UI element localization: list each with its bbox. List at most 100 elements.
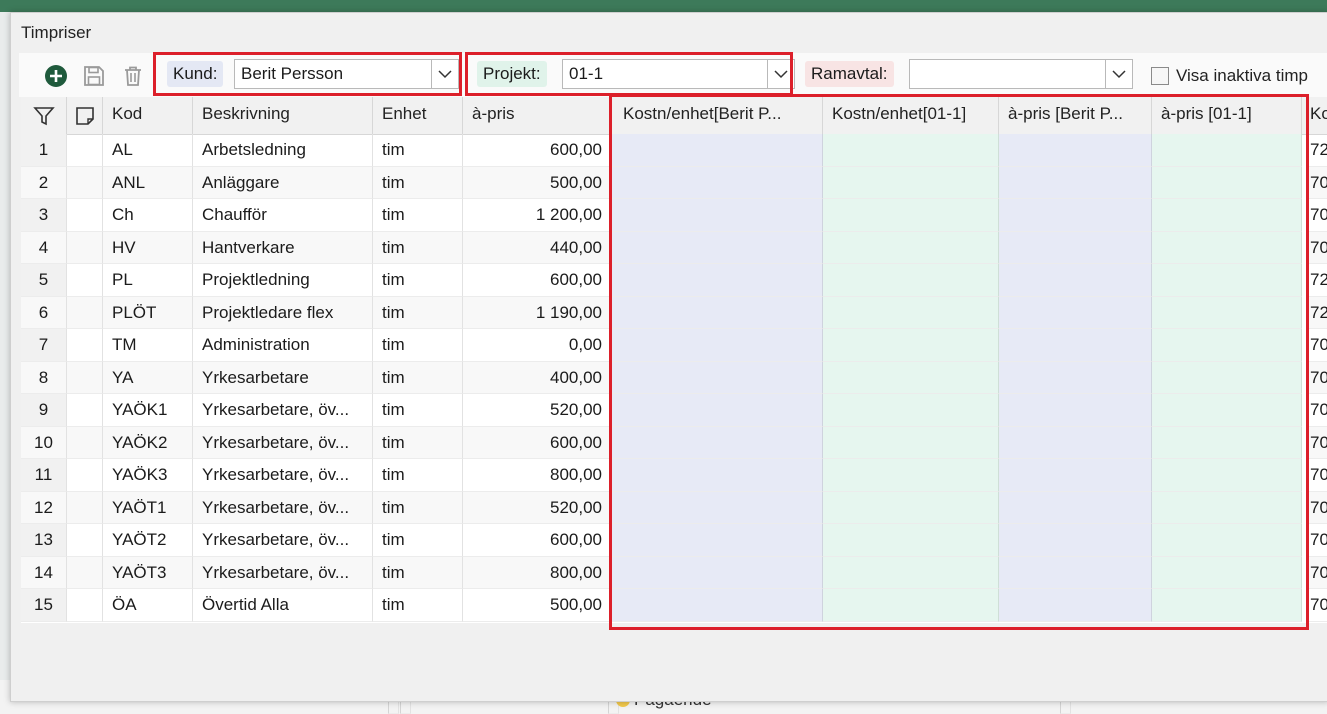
kostn-extra-cell[interactable]: 72 xyxy=(1306,264,1327,297)
kostn-projekt-cell[interactable] xyxy=(823,491,999,524)
column-header-a-pris[interactable]: à-pris xyxy=(463,97,611,134)
table-row[interactable]: 10 YAÖK2Yrkesarbetare, öv...tim600,00 70 xyxy=(21,426,1327,459)
apris-kund-cell[interactable] xyxy=(999,296,1152,329)
enhet-cell[interactable]: tim xyxy=(373,394,463,427)
note-cell[interactable] xyxy=(67,231,103,264)
kostn-extra-cell[interactable]: 70 xyxy=(1306,491,1327,524)
kod-cell[interactable]: YAÖT1 xyxy=(103,491,193,524)
a-pris-cell[interactable]: 0,00 xyxy=(463,329,611,362)
beskrivning-cell[interactable]: Administration xyxy=(193,329,373,362)
kod-cell[interactable]: YA xyxy=(103,361,193,394)
note-cell[interactable] xyxy=(67,459,103,492)
column-header-apris-projekt[interactable]: à-pris [01-1] xyxy=(1152,97,1302,134)
visa-inaktiva-checkbox[interactable] xyxy=(1151,67,1169,85)
row-number-cell[interactable]: 13 xyxy=(21,524,67,557)
kostn-projekt-cell[interactable] xyxy=(823,394,999,427)
kostn-kund-cell[interactable] xyxy=(611,199,823,232)
kostn-kund-cell[interactable] xyxy=(611,459,823,492)
note-cell[interactable] xyxy=(67,491,103,524)
kostn-kund-cell[interactable] xyxy=(611,296,823,329)
filter-button[interactable] xyxy=(21,97,67,134)
kod-cell[interactable]: YAÖT2 xyxy=(103,524,193,557)
a-pris-cell[interactable]: 440,00 xyxy=(463,231,611,264)
add-button[interactable] xyxy=(43,63,69,89)
table-row[interactable]: 14 YAÖT3Yrkesarbetare, öv...tim800,00 70 xyxy=(21,556,1327,589)
a-pris-cell[interactable]: 600,00 xyxy=(463,524,611,557)
kostn-extra-cell[interactable]: 70 xyxy=(1306,361,1327,394)
kostn-kund-cell[interactable] xyxy=(611,264,823,297)
kostn-extra-cell[interactable]: 70 xyxy=(1306,589,1327,622)
table-row[interactable]: 12 YAÖT1Yrkesarbetare, öv...tim520,00 70 xyxy=(21,491,1327,524)
apris-projekt-cell[interactable] xyxy=(1152,394,1302,427)
apris-kund-cell[interactable] xyxy=(999,589,1152,622)
note-cell[interactable] xyxy=(67,426,103,459)
enhet-cell[interactable]: tim xyxy=(373,134,463,167)
table-row[interactable]: 11 YAÖK3Yrkesarbetare, öv...tim800,00 70 xyxy=(21,459,1327,492)
apris-projekt-cell[interactable] xyxy=(1152,459,1302,492)
kostn-extra-cell[interactable]: 70 xyxy=(1306,556,1327,589)
a-pris-cell[interactable]: 600,00 xyxy=(463,134,611,167)
a-pris-cell[interactable]: 400,00 xyxy=(463,361,611,394)
a-pris-cell[interactable]: 520,00 xyxy=(463,491,611,524)
apris-projekt-cell[interactable] xyxy=(1152,524,1302,557)
row-number-cell[interactable]: 12 xyxy=(21,491,67,524)
table-row[interactable]: 4 HVHantverkaretim440,00 70 xyxy=(21,231,1327,264)
kostn-kund-cell[interactable] xyxy=(611,166,823,199)
ramavtal-combobox[interactable] xyxy=(909,59,1133,89)
note-column-header[interactable] xyxy=(67,97,103,134)
a-pris-cell[interactable]: 500,00 xyxy=(463,589,611,622)
apris-kund-cell[interactable] xyxy=(999,199,1152,232)
enhet-cell[interactable]: tim xyxy=(373,199,463,232)
a-pris-cell[interactable]: 500,00 xyxy=(463,166,611,199)
kod-cell[interactable]: Ch xyxy=(103,199,193,232)
row-number-cell[interactable]: 9 xyxy=(21,394,67,427)
beskrivning-cell[interactable]: Projektledare flex xyxy=(193,296,373,329)
a-pris-cell[interactable]: 520,00 xyxy=(463,394,611,427)
kund-combobox[interactable]: Berit Persson xyxy=(234,59,459,89)
enhet-cell[interactable]: tim xyxy=(373,556,463,589)
a-pris-cell[interactable]: 600,00 xyxy=(463,426,611,459)
delete-button[interactable] xyxy=(120,63,146,89)
kostn-extra-cell[interactable]: 70 xyxy=(1306,524,1327,557)
kostn-extra-cell[interactable]: 70 xyxy=(1306,231,1327,264)
apris-kund-cell[interactable] xyxy=(999,166,1152,199)
note-cell[interactable] xyxy=(67,394,103,427)
note-cell[interactable] xyxy=(67,166,103,199)
column-header-beskrivning[interactable]: Beskrivning xyxy=(193,97,373,134)
enhet-cell[interactable]: tim xyxy=(373,589,463,622)
apris-projekt-cell[interactable] xyxy=(1152,264,1302,297)
beskrivning-cell[interactable]: Projektledning xyxy=(193,264,373,297)
kostn-kund-cell[interactable] xyxy=(611,134,823,167)
enhet-cell[interactable]: tim xyxy=(373,361,463,394)
kod-cell[interactable]: TM xyxy=(103,329,193,362)
apris-kund-cell[interactable] xyxy=(999,231,1152,264)
enhet-cell[interactable]: tim xyxy=(373,459,463,492)
table-row[interactable]: 13 YAÖT2Yrkesarbetare, öv...tim600,00 70 xyxy=(21,524,1327,557)
note-cell[interactable] xyxy=(67,134,103,167)
note-cell[interactable] xyxy=(67,264,103,297)
kod-cell[interactable]: ÖA xyxy=(103,589,193,622)
row-number-cell[interactable]: 15 xyxy=(21,589,67,622)
beskrivning-cell[interactable]: Yrkesarbetare, öv... xyxy=(193,491,373,524)
apris-projekt-cell[interactable] xyxy=(1152,199,1302,232)
chevron-down-icon[interactable] xyxy=(1105,60,1132,88)
column-header-kostn-extra[interactable]: Ko xyxy=(1306,97,1327,134)
visa-inaktiva-option[interactable]: Visa inaktiva timp xyxy=(1151,65,1308,87)
apris-kund-cell[interactable] xyxy=(999,264,1152,297)
kostn-extra-cell[interactable]: 70 xyxy=(1306,426,1327,459)
table-row[interactable]: 7 TMAdministrationtim0,00 70 xyxy=(21,329,1327,362)
kostn-projekt-cell[interactable] xyxy=(823,556,999,589)
note-cell[interactable] xyxy=(67,589,103,622)
row-number-cell[interactable]: 10 xyxy=(21,426,67,459)
beskrivning-cell[interactable]: Arbetsledning xyxy=(193,134,373,167)
table-row[interactable]: 5 PLProjektledningtim600,00 72 xyxy=(21,264,1327,297)
table-row[interactable]: 15 ÖAÖvertid Allatim500,00 70 xyxy=(21,589,1327,622)
projekt-combobox[interactable]: 01-1 xyxy=(562,59,795,89)
enhet-cell[interactable]: tim xyxy=(373,426,463,459)
kostn-extra-cell[interactable]: 72 xyxy=(1306,134,1327,167)
kostn-extra-cell[interactable]: 70 xyxy=(1306,329,1327,362)
beskrivning-cell[interactable]: Övertid Alla xyxy=(193,589,373,622)
a-pris-cell[interactable]: 600,00 xyxy=(463,264,611,297)
apris-projekt-cell[interactable] xyxy=(1152,296,1302,329)
kostn-projekt-cell[interactable] xyxy=(823,231,999,264)
